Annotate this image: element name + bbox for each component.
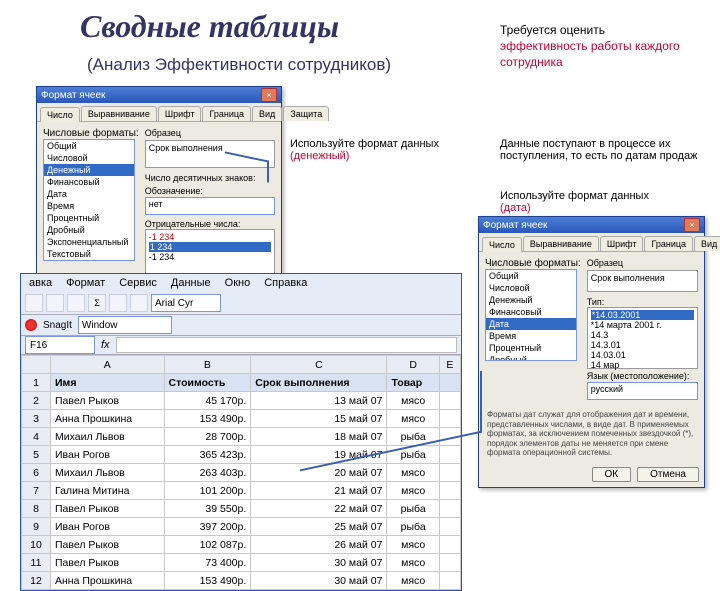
name-box[interactable]: F16 [25, 336, 95, 354]
lang-label: Язык (местоположение): [587, 371, 698, 381]
menu-bar[interactable]: авка Формат Сервис Данные Окно Справка [21, 274, 461, 292]
fx-icon[interactable]: fx [101, 339, 110, 351]
toolbar-button[interactable] [109, 294, 127, 312]
tab[interactable]: Число [40, 107, 80, 122]
type-list[interactable]: *14.03.2001*14 марта 2001 г.14.314.3.011… [587, 307, 698, 369]
close-icon[interactable]: × [684, 218, 700, 232]
tab[interactable]: Выравнивание [81, 106, 157, 121]
menu-item[interactable]: Справка [264, 277, 307, 289]
snagit-bar[interactable]: SnagIt Window [21, 315, 461, 336]
tab[interactable]: Вид [694, 236, 720, 251]
tab[interactable]: Выравнивание [523, 236, 599, 251]
cancel-button[interactable]: Отмена [637, 467, 699, 482]
list-label: Числовые форматы: [485, 258, 581, 269]
format-list[interactable]: ОбщийЧисловойДенежныйФинансовыйДатаВремя… [485, 269, 577, 361]
ok-button[interactable]: ОК [592, 467, 632, 482]
dialog-format-date: Формат ячеек × ЧислоВыравниваниеШрифтГра… [478, 216, 705, 488]
toolbar-button[interactable]: Σ [88, 294, 106, 312]
preview-box: Срок выполнения [587, 270, 698, 292]
dialog-tabs: ЧислоВыравниваниеШрифтГраницаВидЗащита [37, 103, 281, 122]
tab[interactable]: Шрифт [158, 106, 202, 121]
menu-item[interactable]: авка [29, 277, 52, 289]
tab[interactable]: Граница [644, 236, 693, 251]
lang-select[interactable]: русский [587, 382, 698, 400]
dialog-titlebar[interactable]: Формат ячеек × [479, 217, 704, 233]
hint-date-format: Используйте формат данных(дата) [500, 190, 680, 214]
symbol-label: Обозначение: [145, 186, 275, 196]
menu-item[interactable]: Окно [225, 277, 251, 289]
list-label: Числовые форматы: [43, 128, 139, 139]
tab[interactable]: Вид [252, 106, 282, 121]
tab[interactable]: Число [482, 237, 522, 252]
tab[interactable]: Граница [202, 106, 251, 121]
menu-item[interactable]: Сервис [119, 277, 157, 289]
note-requirement: Требуется оценить эффективность работы к… [500, 22, 720, 71]
menu-item[interactable]: Формат [66, 277, 105, 289]
formula-bar[interactable]: F16 fx [21, 336, 461, 355]
snagit-window-select[interactable]: Window [78, 316, 172, 334]
page-title: Сводные таблицы [80, 8, 339, 45]
toolbar-button[interactable] [25, 294, 43, 312]
hint-dates: Данные поступают в процессе их поступлен… [500, 138, 700, 162]
snagit-icon [25, 319, 37, 331]
snagit-label: SnagIt [43, 320, 72, 331]
dialog-tabs: ЧислоВыравниваниеШрифтГраницаВидЗащита [479, 233, 704, 252]
dialog-titlebar[interactable]: Формат ячеек × [37, 87, 281, 103]
toolbar-button[interactable] [130, 294, 148, 312]
tab[interactable]: Защита [283, 106, 329, 121]
close-icon[interactable]: × [261, 88, 277, 102]
dialog-desc: Форматы дат служат для отображения дат и… [479, 410, 704, 462]
formula-input[interactable] [116, 337, 457, 353]
format-list[interactable]: ОбщийЧисловойДенежныйФинансовыйДатаВремя… [43, 139, 135, 261]
neg-list[interactable]: -1 2341 234-1 234 [145, 229, 275, 279]
type-label: Тип: [587, 297, 698, 307]
preview-label: Образец [587, 258, 698, 268]
preview-label: Образец [145, 128, 275, 138]
toolbar-button[interactable] [46, 294, 64, 312]
toolbar[interactable]: Σ Arial Cyr [21, 292, 461, 315]
neg-label: Отрицательные числа: [145, 219, 275, 229]
tab[interactable]: Шрифт [600, 236, 644, 251]
font-select[interactable]: Arial Cyr [151, 294, 221, 312]
page-subtitle: (Анализ Эффективности сотрудников) [87, 55, 391, 75]
toolbar-button[interactable] [67, 294, 85, 312]
menu-item[interactable]: Данные [171, 277, 211, 289]
symbol-select[interactable]: нет [145, 197, 275, 215]
hint-money: Используйте формат данных(денежный) [290, 138, 460, 162]
